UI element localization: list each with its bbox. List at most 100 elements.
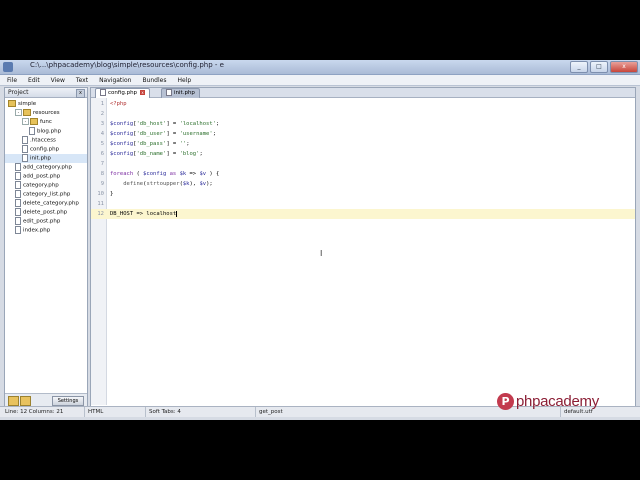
line-number: 5 — [100, 141, 104, 147]
code-line[interactable]: 1 <?php — [91, 99, 635, 109]
tree-item[interactable]: add_category.php — [5, 163, 87, 172]
tree-item[interactable]: .htaccess — [5, 136, 87, 145]
line-number: 7 — [100, 161, 104, 167]
file-icon — [22, 136, 28, 144]
tree-item[interactable]: category_list.php — [5, 190, 87, 199]
menu-navigation[interactable]: Navigation — [94, 75, 137, 85]
code-line[interactable]: 3 $config['db_host'] = 'localhost'; — [91, 119, 635, 129]
tab-label: config.php — [108, 90, 138, 96]
menu-bar: File Edit View Text Navigation Bundles H… — [0, 75, 640, 86]
tree-item-label: .htaccess — [30, 137, 56, 144]
open-folder-icon[interactable] — [20, 396, 31, 406]
project-panel-title: Project — [8, 89, 29, 96]
tree-item[interactable]: config.php — [5, 145, 87, 154]
tab-close-icon[interactable]: x — [140, 90, 146, 95]
code-text: $config['db_name'] = 'blog'; — [110, 151, 203, 157]
app-icon — [3, 62, 13, 72]
menu-view[interactable]: View — [46, 75, 71, 85]
file-icon — [15, 190, 21, 198]
expand-toggle-icon[interactable]: - — [15, 109, 22, 116]
phpacademy-logo: P phpacademy — [497, 391, 599, 411]
code-line[interactable]: 4 $config['db_user'] = 'username'; — [91, 129, 635, 139]
tree-item[interactable]: index.php — [5, 226, 87, 235]
code-line[interactable]: 2 — [91, 109, 635, 119]
code-line[interactable]: 10} — [91, 189, 635, 199]
minimize-button[interactable]: _ — [570, 61, 588, 73]
line-number: 12 — [97, 211, 104, 217]
file-icon — [22, 145, 28, 153]
line-number: 8 — [100, 171, 104, 177]
line-number: 4 — [100, 131, 104, 137]
code-line[interactable]: 5 $config['db_pass'] = ''; — [91, 139, 635, 149]
line-number: 3 — [100, 121, 104, 127]
menu-file[interactable]: File — [0, 75, 23, 85]
code-line[interactable]: 12 DB_HOST => localhost — [91, 209, 635, 219]
file-icon — [15, 226, 21, 234]
tree-item[interactable]: edit_post.php — [5, 217, 87, 226]
project-panel-header: Project x — [5, 88, 87, 98]
menu-text[interactable]: Text — [71, 75, 94, 85]
code-text: $config['db_user'] = 'username'; — [110, 131, 216, 137]
line-number: 9 — [100, 181, 104, 187]
tab-bar: config.php x init.php — [91, 88, 635, 98]
tree-item-label: func — [40, 119, 52, 125]
tree-item-label: resources — [33, 110, 60, 116]
expand-toggle-icon[interactable]: - — [22, 118, 29, 125]
menu-edit[interactable]: Edit — [23, 75, 46, 85]
tree-item[interactable]: simple — [5, 100, 87, 109]
tree-item-label: config.php — [30, 146, 60, 153]
tree-item[interactable]: - resources — [5, 109, 87, 118]
file-icon — [15, 217, 21, 225]
status-tabs[interactable]: Soft Tabs: 4 — [145, 407, 181, 417]
code-text: $config['db_pass'] = ''; — [110, 141, 190, 147]
tab-init-php[interactable]: init.php — [161, 88, 200, 98]
new-folder-icon[interactable] — [8, 396, 19, 406]
tree-item[interactable]: delete_post.php — [5, 208, 87, 217]
code-editor[interactable]: config.php x init.php 1 <?php 2 3 $config['db… — [90, 87, 636, 407]
logo-mark: P — [497, 392, 514, 410]
tree-item[interactable]: - func — [5, 118, 87, 127]
code-line[interactable]: 11 — [91, 199, 635, 209]
code-line[interactable]: 7 — [91, 159, 635, 169]
window-title: C:\...\phpacademy\blog\simple\resources\… — [30, 61, 224, 69]
folder-icon — [23, 109, 31, 116]
tab-label: init.php — [174, 90, 195, 96]
tree-item[interactable]: init.php — [5, 154, 87, 163]
menu-help[interactable]: Help — [172, 75, 197, 85]
settings-button[interactable]: Settings — [52, 396, 84, 406]
status-symbol[interactable]: get_post — [255, 407, 283, 417]
project-panel-close-button[interactable]: x — [76, 89, 85, 98]
maximize-button[interactable]: □ — [590, 61, 608, 73]
title-bar[interactable]: C:\...\phpacademy\blog\simple\resources\… — [0, 60, 640, 75]
folder-icon — [30, 118, 38, 125]
tab-config-php[interactable]: config.php x — [95, 88, 151, 98]
line-number: 1 — [100, 101, 104, 107]
code-area[interactable]: 1 <?php 2 3 $config['db_host'] = 'localhost'… — [91, 98, 635, 405]
code-line[interactable]: 9 define(strtoupper($k), $v); — [91, 179, 635, 189]
line-number: 6 — [100, 151, 104, 157]
file-icon — [22, 154, 28, 162]
tree-item-label: init.php — [30, 155, 51, 162]
mouse-ibeam-cursor: I — [320, 249, 323, 258]
menu-bundles[interactable]: Bundles — [137, 75, 172, 85]
status-position: Line: 12 Columns: 21 — [5, 409, 64, 415]
code-text: } — [110, 191, 114, 197]
tree-item-label: index.php — [23, 227, 51, 234]
tree-item[interactable]: category.php — [5, 181, 87, 190]
editor-window: C:\...\phpacademy\blog\simple\resources\… — [0, 60, 640, 420]
php-file-icon — [166, 89, 172, 96]
file-icon — [15, 208, 21, 216]
logo-text: phpacademy — [516, 392, 599, 410]
file-icon — [15, 172, 21, 180]
tree-item-label: edit_post.php — [23, 218, 61, 225]
tree-item-label: category.php — [23, 182, 59, 189]
code-line[interactable]: 6 $config['db_name'] = 'blog'; — [91, 149, 635, 159]
file-icon — [15, 181, 21, 189]
close-button[interactable]: x — [610, 61, 638, 73]
line-number: 2 — [100, 111, 104, 117]
tree-item[interactable]: blog.php — [5, 127, 87, 136]
tree-item[interactable]: delete_category.php — [5, 199, 87, 208]
status-syntax[interactable]: HTML — [84, 407, 103, 417]
code-line[interactable]: 8 foreach ( $config as $k => $v ) { — [91, 169, 635, 179]
tree-item[interactable]: add_post.php — [5, 172, 87, 181]
